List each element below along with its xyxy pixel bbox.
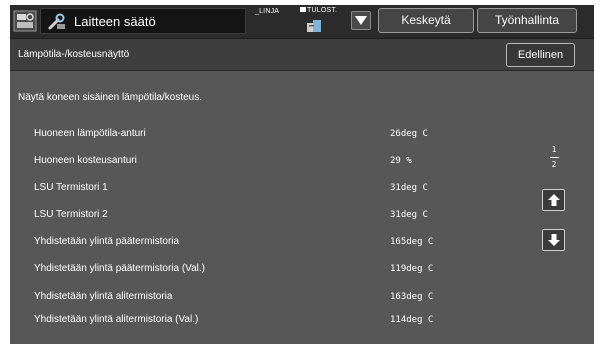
sensor-value: 163deg C xyxy=(390,292,434,302)
sensor-value: 165deg C xyxy=(390,237,434,247)
list-item: LSU Termistori 1 31deg C xyxy=(10,182,510,198)
sensor-value: 26deg C xyxy=(390,129,428,139)
page-up-button[interactable] xyxy=(542,189,565,211)
page-divider xyxy=(549,157,559,158)
list-item: LSU Termistori 2 31deg C xyxy=(10,209,510,225)
arrow-up-icon xyxy=(548,194,560,206)
tulost-label: TULOST. xyxy=(307,7,338,14)
device-settings-icon[interactable] xyxy=(13,8,37,34)
header-bar: Laitteen säätö _LINJA TULOST. Keskeytä T… xyxy=(10,5,594,38)
sensor-label: Yhdistetään ylintä alitermistoria (Val.) xyxy=(34,314,199,325)
tulost-indicator: TULOST. xyxy=(300,7,337,14)
sensor-value: 29 % xyxy=(390,156,412,166)
dropdown-button[interactable] xyxy=(351,11,371,30)
tools-icon xyxy=(47,13,67,31)
sensor-label: Yhdistetään ylintä päätermistoria xyxy=(34,236,180,247)
sensor-label: Huoneen lämpötila-anturi xyxy=(34,128,146,139)
sensor-label: Yhdistetään ylintä päätermistoria (Val.) xyxy=(34,263,206,274)
sensor-label: LSU Termistori 1 xyxy=(34,182,108,193)
sensor-label: LSU Termistori 2 xyxy=(34,209,108,220)
linja-indicator: _LINJA xyxy=(255,8,280,15)
page-indicator: 1 2 xyxy=(539,145,569,170)
title-box: Laitteen säätö xyxy=(40,8,246,34)
page-total: 2 xyxy=(551,160,557,169)
pause-button[interactable]: Keskeytä xyxy=(378,8,474,33)
list-item: Yhdistetään ylintä päätermistoria (Val.)… xyxy=(10,263,510,279)
screen: Laitteen säätö _LINJA TULOST. Keskeytä T… xyxy=(10,5,594,344)
back-button[interactable]: Edellinen xyxy=(506,43,575,67)
page-title: Laitteen säätö xyxy=(74,14,156,29)
sensor-label: Yhdistetään ylintä alitermistoria xyxy=(34,291,173,302)
page-down-button[interactable] xyxy=(542,229,565,251)
list-item: Huoneen kosteusanturi 29 % xyxy=(10,155,510,171)
sensor-value: 114deg C xyxy=(390,315,434,325)
arrow-down-icon xyxy=(548,234,560,246)
screen-subtitle: Lämpötila-/kosteusnäyttö xyxy=(18,49,130,60)
page-current: 1 xyxy=(551,145,557,154)
sensor-label: Huoneen kosteusanturi xyxy=(34,155,137,166)
list-item: Yhdistetään ylintä alitermistoria (Val.)… xyxy=(10,314,510,330)
list-item: Huoneen lämpötila-anturi 26deg C xyxy=(10,128,510,144)
job-management-button[interactable]: Työnhallinta xyxy=(477,8,577,33)
list-item: Yhdistetään ylintä alitermistoria 163deg… xyxy=(10,291,510,307)
print-status-icon xyxy=(306,19,322,33)
intro-text: Näytä koneen sisäinen lämpötila/kosteus. xyxy=(18,92,202,103)
list-item: Yhdistetään ylintä päätermistoria 165deg… xyxy=(10,236,510,252)
sensor-value: 31deg C xyxy=(390,183,428,193)
sensor-value: 119deg C xyxy=(390,264,434,274)
triangle-down-icon xyxy=(355,16,367,25)
sensor-value: 31deg C xyxy=(390,210,428,220)
subheader-bar: Lämpötila-/kosteusnäyttö Edellinen xyxy=(10,38,594,71)
status-square-icon xyxy=(300,7,306,12)
